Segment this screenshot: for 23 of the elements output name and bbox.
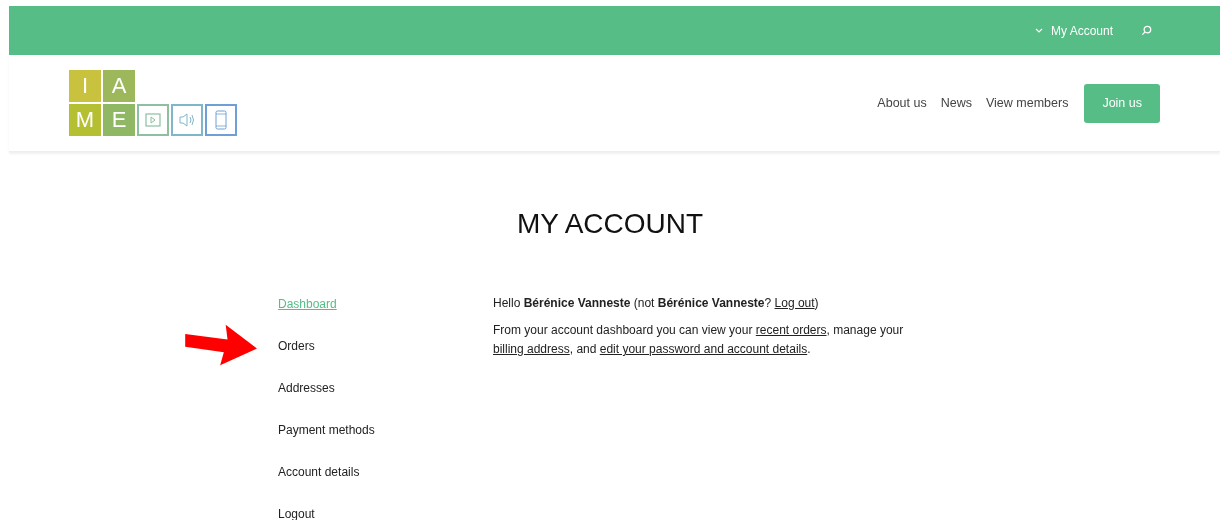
logo-letter: A [103,70,135,102]
text-link[interactable]: billing address [493,342,570,356]
sidebar-link[interactable]: Logout [278,507,315,520]
search-icon[interactable] [1141,25,1152,36]
logo-letter: M [69,104,101,136]
paragraph: Hello Bérénice Vanneste (not Bérénice Vanneste? Log out) [493,295,820,312]
sidebar-link[interactable]: Orders [278,339,315,353]
text-link[interactable]: recent orders [755,323,827,337]
speaker-icon [171,104,203,136]
caret-icon [1034,28,1043,33]
phone-icon [205,104,237,136]
sidebar-link[interactable]: Addresses [278,381,335,395]
logo-letter: I [69,70,101,102]
text-link[interactable]: Log out [774,296,815,310]
sidebar-link[interactable]: Account details [278,465,360,479]
sidebar-link[interactable]: Payment methods [278,423,375,437]
paragraph: From your account dashboard you can view your recent orders, manage your billing address, and edit your password and account details. [493,322,905,358]
video-icon [137,104,169,136]
nav-link[interactable]: About us [877,96,927,110]
nav-link[interactable]: View members [985,96,1069,110]
nav-link[interactable]: News [940,96,972,110]
page-title: MY ACCOUNT [515,208,705,240]
logo-letter: E [103,104,135,136]
